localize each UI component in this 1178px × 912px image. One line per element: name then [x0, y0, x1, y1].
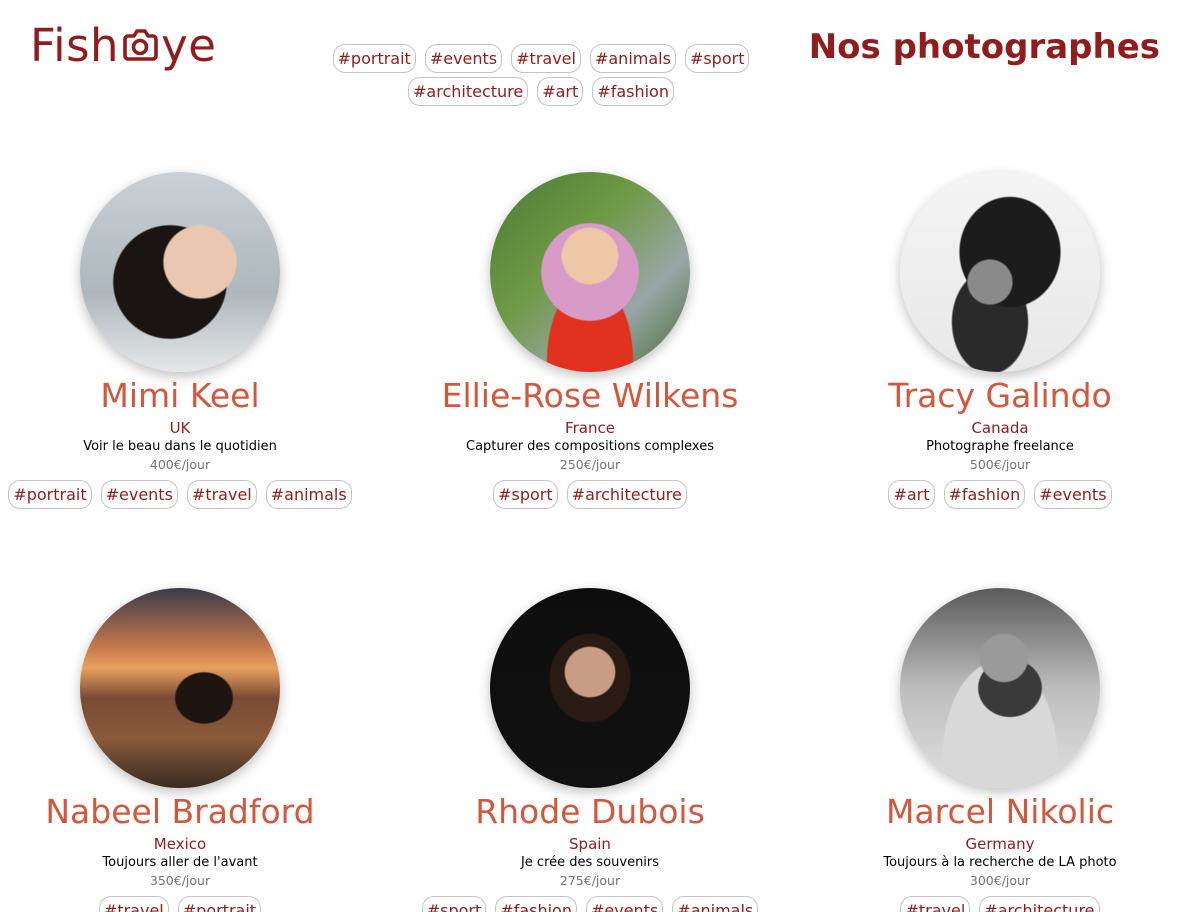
nav-tag-architecture[interactable]: #architecture [408, 77, 529, 106]
photographer-tags: #portrait #events #travel #animals [8, 480, 352, 509]
photographer-card: Nabeel Bradford Mexico Toujours aller de… [0, 588, 380, 912]
photographer-portrait[interactable] [80, 172, 280, 372]
photographer-portrait[interactable] [490, 588, 690, 788]
page-title: Nos photographes [808, 27, 1160, 67]
photographer-tagline: Photographe freelance [926, 439, 1074, 454]
card-tag[interactable]: #architecture [979, 896, 1100, 912]
nav-tag-sport[interactable]: #sport [684, 44, 750, 73]
photographer-country: UK [169, 419, 191, 437]
nav-tag-travel[interactable]: #travel [511, 44, 581, 73]
photographer-tagline: Voir le beau dans le quotidien [83, 439, 277, 454]
card-tag[interactable]: #fashion [943, 480, 1026, 509]
nav-tag-fashion[interactable]: #fashion [592, 77, 674, 106]
card-tag[interactable]: #fashion [495, 896, 577, 912]
photographer-name[interactable]: Mimi Keel [100, 373, 259, 419]
card-tag[interactable]: #travel [98, 896, 169, 912]
nav-tag-animals[interactable]: #animals [589, 44, 676, 73]
photographer-portrait[interactable] [900, 172, 1100, 372]
nav-tag-events[interactable]: #events [424, 44, 503, 73]
photographer-country: Mexico [153, 835, 207, 853]
photographer-country: France [565, 419, 615, 437]
tag-filter-nav: #portrait #events #travel #animals #spor… [330, 44, 752, 106]
photographer-card: Rhode Dubois Spain Je crée des souvenirs… [390, 588, 790, 912]
logo-text-left: Fish [30, 19, 120, 72]
card-tag[interactable]: #animals [672, 896, 759, 912]
card-tag[interactable]: #architecture [566, 480, 687, 509]
card-tag[interactable]: #art [888, 480, 935, 509]
photographer-card: Ellie-Rose Wilkens France Capturer des c… [390, 172, 790, 509]
card-tag[interactable]: #sport [493, 480, 558, 509]
photographer-portrait[interactable] [900, 588, 1100, 788]
photographer-tags: #travel #architecture [900, 896, 1100, 912]
card-tag[interactable]: #travel [900, 896, 971, 912]
nav-tag-portrait[interactable]: #portrait [332, 44, 416, 73]
photographer-price: 300€/jour [969, 873, 1031, 888]
photographer-tagline: Capturer des compositions complexes [466, 439, 714, 454]
photographer-card: Tracy Galindo Canada Photographe freelan… [800, 172, 1178, 509]
photographer-country: Canada [971, 419, 1029, 437]
photographer-tags: #sport #fashion #events #animals [421, 896, 759, 912]
photographer-portrait[interactable] [490, 172, 690, 372]
photographer-portrait[interactable] [80, 588, 280, 788]
photographer-country: Spain [569, 835, 611, 853]
photographer-name[interactable]: Ellie-Rose Wilkens [442, 373, 739, 419]
card-tag[interactable]: #travel [186, 480, 257, 509]
photographer-tagline: Toujours à la recherche de LA photo [883, 855, 1117, 870]
fisheye-logo[interactable]: Fish ye [30, 16, 216, 76]
card-tag[interactable]: #events [1034, 480, 1112, 509]
photographer-country: Germany [965, 835, 1035, 853]
nav-tag-art[interactable]: #art [537, 77, 584, 106]
card-tag[interactable]: #events [585, 896, 664, 912]
card-tag[interactable]: #animals [265, 480, 352, 509]
card-tag[interactable]: #events [100, 480, 178, 509]
card-tag[interactable]: #portrait [177, 896, 262, 912]
photographer-name[interactable]: Marcel Nikolic [886, 789, 1114, 835]
photographer-tags: #sport #architecture [493, 480, 687, 509]
photographer-card: Mimi Keel UK Voir le beau dans le quotid… [0, 172, 380, 509]
photographer-price: 275€/jour [559, 873, 621, 888]
photographer-price: 500€/jour [969, 457, 1031, 472]
photographer-tags: #travel #portrait [98, 896, 262, 912]
photographer-name[interactable]: Rhode Dubois [475, 789, 705, 835]
photographer-tagline: Toujours aller de l'avant [102, 855, 258, 870]
photographer-name[interactable]: Nabeel Bradford [45, 789, 314, 835]
card-tag[interactable]: #sport [421, 896, 487, 912]
photographer-card: Marcel Nikolic Germany Toujours à la rec… [800, 588, 1178, 912]
page: Fish ye #portrait #events #travel #anima… [0, 0, 1178, 912]
photographer-price: 400€/jour [149, 457, 211, 472]
camera-icon [120, 24, 160, 64]
card-tag[interactable]: #portrait [8, 480, 92, 509]
logo-text-right: ye [161, 19, 217, 72]
photographer-name[interactable]: Tracy Galindo [888, 373, 1111, 419]
photographer-tags: #art #fashion #events [888, 480, 1112, 509]
photographer-price: 350€/jour [149, 873, 211, 888]
photographer-tagline: Je crée des souvenirs [520, 855, 660, 870]
photographer-price: 250€/jour [559, 457, 621, 472]
